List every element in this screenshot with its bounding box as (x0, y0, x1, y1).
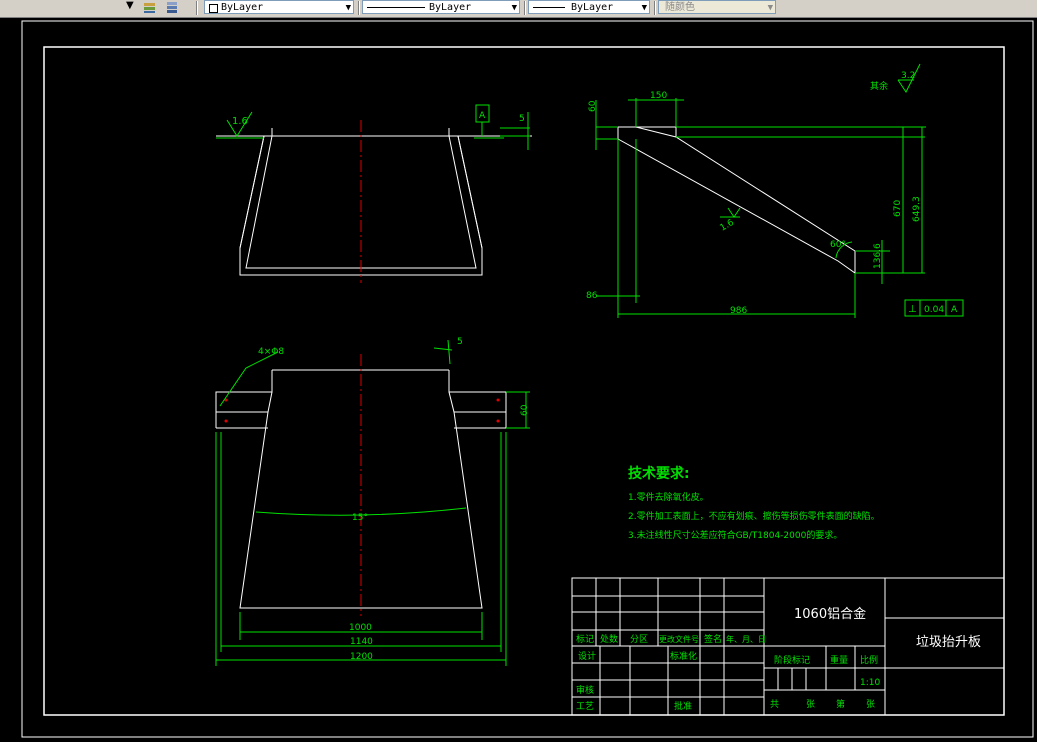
front-dims (215, 339, 530, 666)
toolbar-separator (524, 1, 526, 15)
front-dim-1200: 1200 (350, 652, 373, 662)
top-view (216, 128, 532, 276)
linetype-combo[interactable]: ByLayer ▼ (362, 0, 520, 14)
side-roughness-face-value: 1.6 (719, 218, 737, 234)
linetype-sample-icon (367, 7, 425, 8)
tb-col-mark: 标记 (576, 633, 594, 645)
datum-label: A (479, 111, 486, 121)
tol-value: 0.04 (924, 305, 944, 315)
tb-col-zone: 分区 (630, 634, 648, 645)
layer-previous-icon[interactable] (142, 0, 158, 14)
title-block-labels: 标记 处数 分区 更改文件号 签名 年、月、日 设计 标准化 阶段标记 重量 比… (576, 633, 880, 712)
previous-combo-dropdown-icon[interactable]: ▼ (126, 0, 134, 11)
toolbar-separator (358, 1, 360, 15)
front-dim-60: 60 (520, 404, 530, 416)
color-swatch-icon (209, 4, 218, 13)
tech-req-item-3: 3.未注线性尺寸公差应符合GB/T1804-2000的要求。 (628, 529, 842, 541)
tb-sheets: 张 (806, 699, 815, 710)
side-dim-649: 649.3 (912, 196, 922, 222)
tb-standard: 标准化 (670, 650, 697, 662)
chevron-down-icon: ▼ (511, 3, 517, 13)
tb-col-sign: 签名 (704, 633, 722, 645)
tol-datum: A (951, 305, 958, 315)
plot-style-value: 随颜色 (665, 2, 695, 13)
tb-weight: 重量 (830, 654, 848, 666)
top-dim-5-value: 5 (519, 114, 525, 124)
holes (224, 398, 500, 423)
front-dim-1000: 1000 (349, 623, 372, 633)
side-dims (595, 98, 926, 318)
side-angle-60: 60° (830, 240, 846, 250)
tb-part-name: 垃圾抬升板 (916, 635, 981, 650)
tech-req-item-2: 2.零件加工表面上，不应有划痕、擦伤等损伤零件表面的缺陷。 (628, 510, 880, 522)
rest-roughness-label: 其余 (870, 80, 888, 92)
tb-material: 1060铝合金 (794, 606, 866, 622)
datum-box (474, 104, 504, 139)
tech-req-item-1: 1.零件去除氧化皮。 (628, 491, 709, 503)
side-dim-150: 150 (650, 91, 667, 101)
tb-page: 第 (836, 698, 845, 710)
front-holes: 4×Φ8 (258, 347, 284, 357)
side-dim-86: 86 (586, 291, 598, 301)
tb-review: 审核 (576, 684, 594, 696)
layer-states-icon[interactable] (164, 0, 180, 14)
side-dim-986: 986 (730, 306, 747, 316)
toolbar-separator (654, 1, 656, 15)
tb-design: 设计 (578, 650, 596, 662)
chevron-down-icon: ▼ (767, 3, 773, 13)
front-angle-5: 5 (457, 337, 463, 347)
tech-req-title: 技术要求: (628, 465, 690, 482)
lineweight-combo[interactable]: ByLayer ▼ (528, 0, 650, 14)
side-dim-670: 670 (893, 200, 903, 217)
side-view (617, 126, 856, 274)
toolbar-separator (196, 1, 198, 15)
front-dim-1140: 1140 (350, 637, 373, 647)
linetype-value: ByLayer (429, 2, 472, 13)
tol-symbol: ⊥ (908, 304, 917, 315)
tb-col-date: 年、月、日 (726, 634, 766, 644)
tb-stage-mark: 阶段标记 (774, 654, 810, 666)
chevron-down-icon: ▼ (641, 3, 647, 13)
rest-roughness-value: 3.2 (901, 71, 915, 81)
lineweight-sample-icon (533, 7, 565, 8)
tb-page-unit: 张 (866, 699, 875, 710)
tb-col-count: 处数 (600, 633, 618, 645)
layer-color-combo[interactable]: ByLayer ▼ (204, 0, 354, 14)
top-dim-5 (500, 112, 530, 150)
tb-scale-label: 比例 (860, 654, 878, 666)
front-angle-15: 15° (352, 513, 368, 523)
lineweight-value: ByLayer (571, 2, 614, 13)
side-roughness-face (720, 207, 741, 218)
tb-col-doc: 更改文件号 (659, 634, 699, 644)
side-dim-60: 60 (588, 100, 598, 112)
properties-toolbar: ▼ ByLayer ▼ ByLayer ▼ ByLayer ▼ 随颜色 ▼ (0, 0, 1037, 18)
top-roughness-value: 1.6 (232, 116, 248, 127)
tb-process: 工艺 (576, 701, 594, 712)
tb-total: 共 (770, 699, 779, 710)
drawing-canvas[interactable]: 1.6 A 5 60 150 670 649.3 136.6 60° 86 98… (0, 17, 1037, 742)
side-dim-136: 136.6 (873, 243, 883, 269)
plot-style-combo[interactable]: 随颜色 ▼ (658, 0, 776, 14)
tb-approve: 批准 (674, 700, 692, 712)
chevron-down-icon: ▼ (345, 3, 351, 13)
layer-color-value: ByLayer (221, 2, 264, 13)
tb-scale: 1:10 (860, 678, 880, 688)
